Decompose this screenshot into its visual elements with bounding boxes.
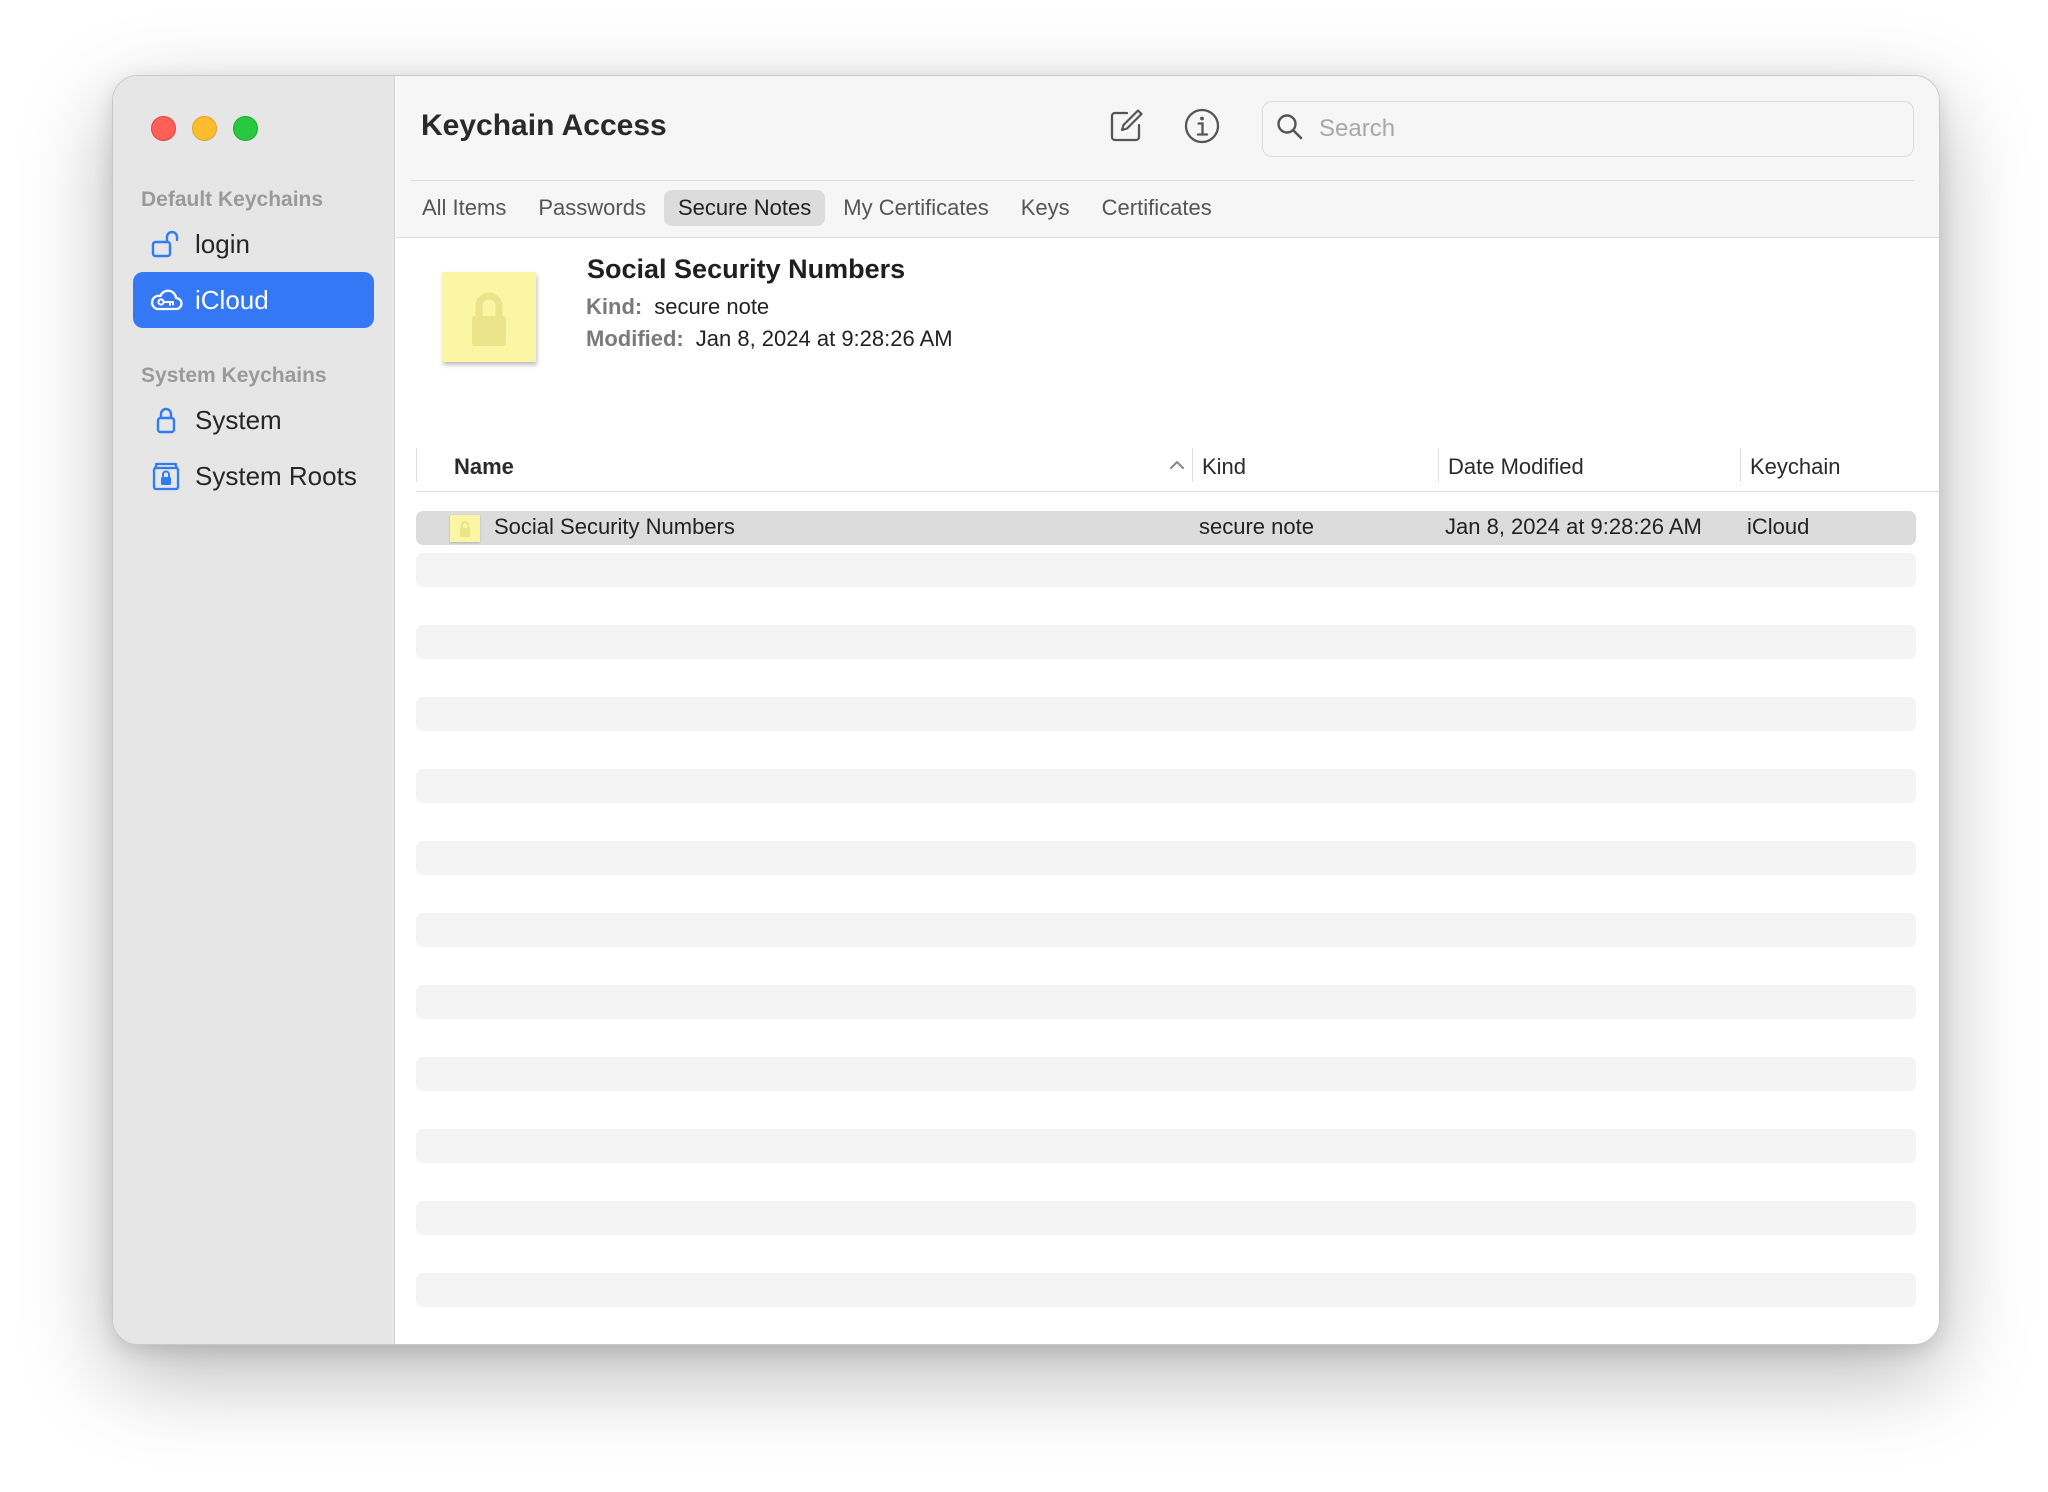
column-separator <box>1438 448 1439 482</box>
column-header-keychain[interactable]: Keychain <box>1750 454 1841 480</box>
cloud-key-icon <box>149 283 183 317</box>
empty-row <box>416 841 1916 875</box>
detail-kind: Kind: secure note <box>586 294 769 320</box>
tab-my-certificates[interactable]: My Certificates <box>829 190 1002 226</box>
detail-kind-label: Kind: <box>586 294 643 319</box>
search-field[interactable] <box>1262 101 1914 157</box>
empty-row <box>416 697 1916 731</box>
main-pane: Keychain Access Search All Items Passwor… <box>396 76 1939 1344</box>
sidebar-item-login[interactable]: login <box>133 216 374 272</box>
sidebar: Default Keychains login iCloud System Ke… <box>113 76 395 1344</box>
empty-row <box>416 1057 1916 1091</box>
column-separator <box>416 448 417 482</box>
sidebar-item-label: System <box>195 404 282 435</box>
unlocked-padlock-icon <box>149 227 183 261</box>
detail-kind-value: secure note <box>654 294 770 319</box>
tab-passwords[interactable]: Passwords <box>524 190 660 226</box>
close-window-button[interactable] <box>151 116 176 141</box>
column-header-name[interactable]: Name <box>454 454 514 480</box>
column-header-kind[interactable]: Kind <box>1202 454 1246 480</box>
detail-modified-label: Modified: <box>586 326 684 351</box>
detail-modified-value: Jan 8, 2024 at 9:28:26 AM <box>695 326 953 351</box>
new-item-button[interactable] <box>1104 106 1148 150</box>
tab-certificates[interactable]: Certificates <box>1088 190 1226 226</box>
search-input[interactable] <box>1319 115 1879 143</box>
sidebar-item-label: login <box>195 228 250 259</box>
detail-title: Social Security Numbers <box>587 254 906 284</box>
minimize-window-button[interactable] <box>192 116 217 141</box>
cell-keychain: iCloud <box>1747 514 1810 539</box>
padlock-icon <box>149 403 183 437</box>
empty-row <box>416 1129 1916 1163</box>
app-title: Keychain Access <box>421 109 667 142</box>
empty-row <box>416 1201 1916 1235</box>
empty-row <box>416 1273 1916 1307</box>
empty-row <box>416 769 1916 803</box>
search-icon <box>1275 112 1305 147</box>
tab-secure-notes[interactable]: Secure Notes <box>663 190 826 226</box>
sidebar-item-label: iCloud <box>195 284 269 315</box>
empty-row <box>416 553 1916 587</box>
empty-row <box>416 625 1916 659</box>
detail-modified: Modified: Jan 8, 2024 at 9:28:26 AM <box>586 326 953 352</box>
category-tabs: All Items Passwords Secure Notes My Cert… <box>408 190 1226 226</box>
tab-keys[interactable]: Keys <box>1007 190 1084 226</box>
toolbar-divider <box>411 180 1914 181</box>
zoom-window-button[interactable] <box>233 116 258 141</box>
compose-icon <box>1108 108 1144 149</box>
sidebar-item-system-roots[interactable]: System Roots <box>133 448 374 504</box>
secure-note-icon <box>442 272 536 362</box>
cabinet-lock-icon <box>149 459 183 493</box>
sidebar-item-icloud[interactable]: iCloud <box>133 272 374 328</box>
table-row[interactable]: Social Security Numbers secure note Jan … <box>416 511 1916 545</box>
window-controls <box>151 116 258 141</box>
table-header: Name Kind Date Modified Keychain <box>416 446 1939 492</box>
cell-kind: secure note <box>1199 514 1314 539</box>
cell-date-modified: Jan 8, 2024 at 9:28:26 AM <box>1445 514 1702 539</box>
column-header-date-modified[interactable]: Date Modified <box>1448 454 1584 480</box>
column-separator <box>1740 448 1741 482</box>
secure-note-icon <box>450 515 480 542</box>
keychain-access-window: Default Keychains login iCloud System Ke… <box>112 75 1940 1345</box>
toolbar: Keychain Access Search All Items Passwor… <box>396 76 1939 238</box>
sidebar-item-system[interactable]: System <box>133 392 374 448</box>
column-separator <box>1192 448 1193 482</box>
empty-row <box>416 985 1916 1019</box>
section-title-default-keychains: Default Keychains <box>141 188 324 211</box>
empty-row <box>416 913 1916 947</box>
sort-ascending-chevron-icon[interactable] <box>1168 458 1186 477</box>
cell-name: Social Security Numbers <box>494 514 735 539</box>
tab-all-items[interactable]: All Items <box>408 190 520 226</box>
info-icon <box>1183 107 1221 150</box>
sidebar-item-label: System Roots <box>195 460 357 491</box>
section-title-system-keychains: System Keychains <box>141 364 327 387</box>
get-info-button[interactable] <box>1180 106 1224 150</box>
